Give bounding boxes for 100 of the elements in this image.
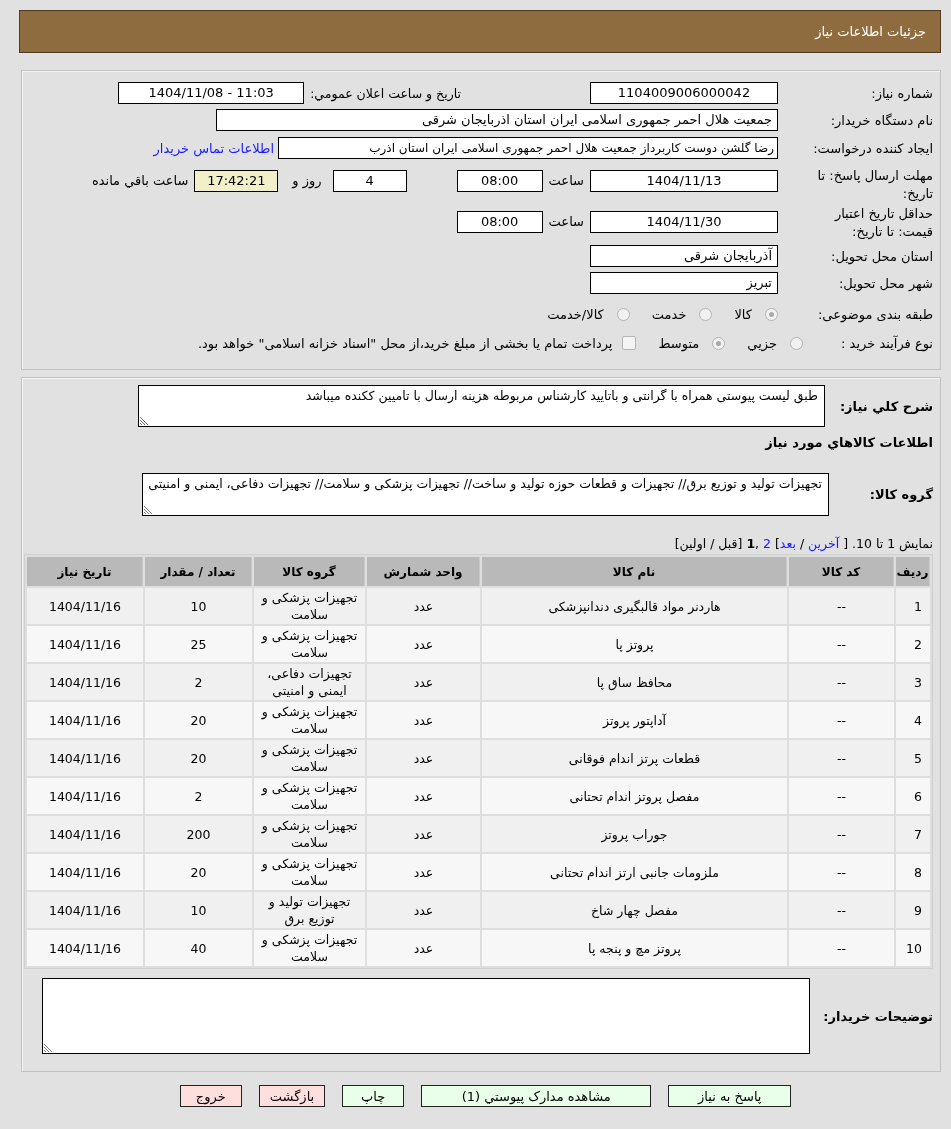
- field-label: روز و: [292, 172, 322, 191]
- column-header[interactable]: تعداد / مقدار: [145, 557, 252, 586]
- table-cell: 2: [896, 626, 930, 662]
- table-cell: تجهیزات پزشکی و سلامت: [254, 854, 365, 890]
- checkbox[interactable]: [622, 336, 637, 350]
- table-cell: 1404/11/16: [27, 778, 143, 814]
- pagination-link[interactable]: آخرین: [808, 536, 840, 551]
- table-cell: 10: [145, 892, 252, 928]
- field-label: ساعت باقي مانده: [91, 172, 189, 190]
- table-cell: 1404/11/16: [27, 702, 143, 738]
- table-cell: --: [789, 588, 894, 624]
- radio-label: جزيي: [747, 335, 777, 351]
- radio-button[interactable]: [616, 307, 630, 321]
- radio-button[interactable]: [712, 336, 726, 350]
- field-label: شماره نیاز:: [870, 85, 933, 101]
- validity-time-field[interactable]: 08:00: [456, 211, 543, 233]
- table-cell: 20: [145, 854, 252, 890]
- buyer-org-field[interactable]: جمعیت هلال احمر جمهوری اسلامی ایران استان اذربایجان شرقی: [216, 109, 778, 131]
- table-cell: --: [789, 892, 894, 928]
- table-cell: پروتز مچ و پنجه پا: [482, 930, 787, 966]
- radio-label: کالا: [734, 306, 752, 322]
- field-label: مهلت ارسال پاسخ: تا تاریخ:: [816, 167, 933, 203]
- table-cell: تجهیزات پزشکی و سلامت: [254, 626, 365, 662]
- table-cell: عدد: [367, 816, 480, 852]
- table-cell: عدد: [367, 588, 480, 624]
- radio-button[interactable]: [790, 336, 803, 350]
- column-header[interactable]: ردیف: [896, 557, 930, 586]
- table-cell: 7: [896, 816, 930, 852]
- table-cell: تجهیزات تولید و توزیع برق: [254, 892, 365, 928]
- table-cell: تجهیزات پزشکی و سلامت: [254, 588, 365, 624]
- table-cell: عدد: [367, 778, 480, 814]
- table-cell: 5: [896, 740, 930, 776]
- table-cell: عدد: [367, 702, 480, 738]
- deadline-date-field[interactable]: 1404/11/13: [590, 170, 778, 192]
- table-cell: 1404/11/16: [27, 664, 143, 700]
- section-heading: اطلاعات کالاهاي مورد نیاز: [763, 434, 933, 452]
- description-field[interactable]: طبق لیست پیوستی همراه با گرانتی و باتایید کارشناس مربوطه هزینه ارسال با تامیین ککنده میباشد: [138, 385, 825, 427]
- field-label: نام دستگاه خریدار:: [829, 112, 933, 128]
- table-cell: پروتز پا: [482, 626, 787, 662]
- table-cell: هاردنر مواد قالبگیری دندانپزشکی: [482, 588, 787, 624]
- table-cell: 1404/11/16: [27, 626, 143, 662]
- table-cell: --: [789, 626, 894, 662]
- field-label: شرح کلي نیاز:: [838, 398, 933, 414]
- table-cell: 40: [145, 930, 252, 966]
- resize-grip-icon: [144, 506, 152, 514]
- table-cell: عدد: [367, 664, 480, 700]
- time-left-field[interactable]: 17:42:21: [194, 170, 279, 192]
- table-cell: 1404/11/16: [27, 740, 143, 776]
- pagination-link[interactable]: بعد: [779, 536, 796, 551]
- table-cell: --: [789, 854, 894, 890]
- table-cell: --: [789, 702, 894, 738]
- table-cell: --: [789, 740, 894, 776]
- pagination-link[interactable]: 2: [763, 536, 771, 551]
- days-left-field[interactable]: 4: [332, 170, 407, 192]
- table-cell: تجهیزات پزشکی و سلامت: [254, 930, 365, 966]
- field-label: تاریخ و ساعت اعلان عمومي:: [310, 85, 461, 101]
- deadline-time-field[interactable]: 08:00: [456, 170, 543, 192]
- table-cell: 1: [896, 588, 930, 624]
- table-cell: 1404/11/16: [27, 854, 143, 890]
- field-label: ساعت: [548, 213, 584, 231]
- buyer-notes-field[interactable]: [42, 978, 810, 1054]
- table-cell: --: [789, 778, 894, 814]
- need-number-field[interactable]: 1104009006000042: [590, 82, 778, 104]
- validity-date-field[interactable]: 1404/11/30: [590, 211, 778, 233]
- field-label: گروه کالا:: [868, 487, 933, 502]
- table-cell: تجهیزات پزشکی و سلامت: [254, 702, 365, 738]
- radio-button[interactable]: [765, 307, 778, 321]
- column-header[interactable]: تاریخ نیاز: [27, 557, 143, 586]
- action-button[interactable]: پاسخ به نیاز: [668, 1085, 792, 1107]
- action-button[interactable]: خروج: [179, 1085, 242, 1107]
- table-cell: آداپتور پروتز: [482, 702, 787, 738]
- table-cell: محافظ ساق پا: [482, 664, 787, 700]
- resize-grip-icon: [44, 1044, 52, 1052]
- table-cell: 25: [145, 626, 252, 662]
- requester-field[interactable]: رضا گلشن دوست کاربرداز جمعیت هلال احمر جمهوری اسلامی ایران استان اذرب: [278, 137, 778, 159]
- province-field[interactable]: آذربایجان شرقی: [590, 245, 778, 267]
- page-title: جزئیات اطلاعات نیاز: [815, 24, 926, 39]
- table-cell: مفصل پروتز اندام تحتانی: [482, 778, 787, 814]
- table-cell: 2: [145, 778, 252, 814]
- table-cell: 20: [145, 740, 252, 776]
- column-header[interactable]: نام کالا: [482, 557, 787, 586]
- table-cell: عدد: [367, 930, 480, 966]
- buyer-contact-link[interactable]: اطلاعات تماس خریدار: [153, 140, 274, 156]
- field-label: ساعت: [548, 172, 584, 190]
- goods-group-field[interactable]: تجهیزات تولید و توزیع برق// تجهیزات و قطعات حوزه تولید و ساخت// تجهیزات پزشکی و سلامت// تجهیزات دفاعی، ایمنی و امنیتی: [142, 473, 829, 516]
- column-header[interactable]: کد کالا: [789, 557, 894, 586]
- action-button[interactable]: بازگشت: [258, 1085, 326, 1107]
- city-field[interactable]: تبریز: [590, 272, 778, 294]
- column-header[interactable]: واحد شمارش: [367, 557, 480, 586]
- table-cell: ملزومات جانبی ارتز اندام تحتانی: [482, 854, 787, 890]
- table-cell: 4: [896, 702, 930, 738]
- column-header[interactable]: گروه کالا: [254, 557, 365, 586]
- table-cell: قطعات پرتز اندام فوقانی: [482, 740, 787, 776]
- radio-button[interactable]: [699, 307, 713, 321]
- table-cell: 200: [145, 816, 252, 852]
- action-button[interactable]: مشاهده مدارک پیوستي (1): [421, 1085, 652, 1107]
- action-button[interactable]: چاپ: [342, 1085, 405, 1107]
- table-cell: جوراب پروتز: [482, 816, 787, 852]
- announce-date-field[interactable]: 1404/11/08 - 11:03: [118, 82, 305, 104]
- table-cell: 8: [896, 854, 930, 890]
